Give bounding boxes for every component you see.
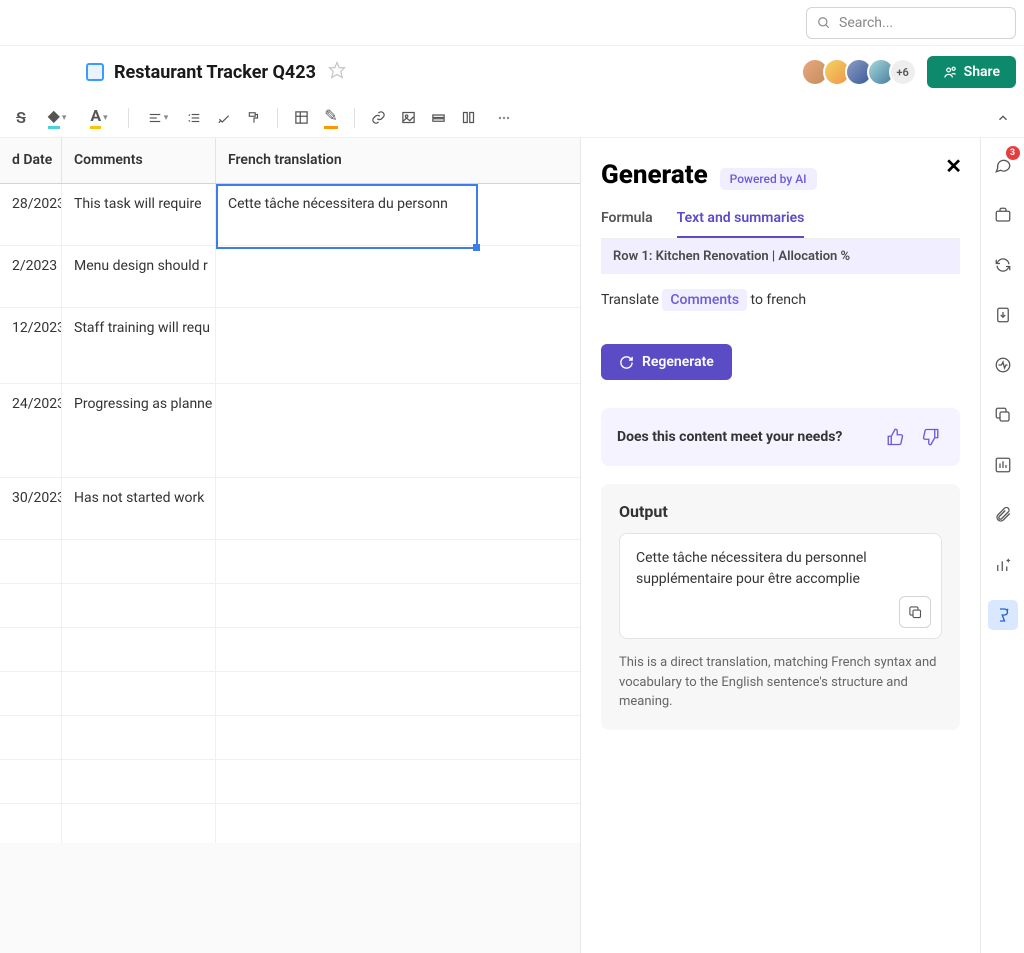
- table-row[interactable]: 24/2023 Progressing as planne: [0, 384, 580, 478]
- table-row[interactable]: [0, 672, 580, 716]
- spreadsheet-grid[interactable]: d Date Comments French translation 28/20…: [0, 138, 580, 953]
- insert-row-icon[interactable]: [425, 105, 451, 131]
- comments-icon[interactable]: 3: [988, 150, 1018, 180]
- table-row[interactable]: [0, 760, 580, 804]
- highlight-icon[interactable]: ✎: [318, 105, 344, 131]
- cell-date[interactable]: 12/2023: [0, 308, 62, 383]
- table-icon[interactable]: [288, 105, 314, 131]
- attachment-icon[interactable]: [988, 500, 1018, 530]
- activity-icon[interactable]: [988, 350, 1018, 380]
- chart-icon[interactable]: [988, 450, 1018, 480]
- clear-format-icon[interactable]: [211, 105, 237, 131]
- right-rail: 3: [980, 138, 1024, 953]
- table-row[interactable]: [0, 540, 580, 584]
- cell-french[interactable]: [216, 384, 478, 477]
- cell-comments[interactable]: Staff training will requ: [62, 308, 216, 383]
- cell-date[interactable]: 24/2023: [0, 384, 62, 477]
- cell-comments[interactable]: This task will require: [62, 184, 216, 245]
- page-title: Restaurant Tracker Q423: [114, 62, 316, 83]
- regenerate-button[interactable]: Regenerate: [601, 344, 732, 380]
- columns-icon[interactable]: [455, 105, 481, 131]
- prompt-line: Translate Comments to french: [601, 292, 960, 308]
- table-row[interactable]: [0, 628, 580, 672]
- feedback-box: Does this content meet your needs?: [601, 408, 960, 466]
- align-icon[interactable]: ▾: [139, 105, 177, 131]
- table-row[interactable]: 30/2023 Has not started work: [0, 478, 580, 540]
- notification-badge: 3: [1006, 146, 1020, 160]
- more-icon[interactable]: [491, 105, 517, 131]
- text-color-icon[interactable]: A▾: [80, 105, 118, 131]
- cell-french[interactable]: [216, 246, 478, 307]
- cell-date[interactable]: 28/2023: [0, 184, 62, 245]
- share-button[interactable]: Share: [927, 56, 1016, 88]
- fill-color-icon[interactable]: ◆▾: [38, 105, 76, 131]
- image-icon[interactable]: [395, 105, 421, 131]
- table-row[interactable]: [0, 584, 580, 628]
- favorite-star-icon[interactable]: [328, 61, 346, 83]
- cell-date[interactable]: 2/2023: [0, 246, 62, 307]
- strikethrough-icon[interactable]: S: [8, 105, 34, 131]
- briefcase-icon[interactable]: [988, 200, 1018, 230]
- format-painter-icon[interactable]: [241, 105, 267, 131]
- output-box: Output Cette tâche nécessitera du person…: [601, 484, 960, 730]
- cell-french[interactable]: [216, 478, 478, 539]
- avatar-more[interactable]: +6: [889, 58, 917, 86]
- copy-icon[interactable]: [988, 400, 1018, 430]
- formula-ai-icon[interactable]: [988, 600, 1018, 630]
- table-row[interactable]: 28/2023 This task will require Cette tâc…: [0, 184, 580, 246]
- column-header-french[interactable]: French translation: [216, 138, 478, 183]
- context-row: Row 1: Kitchen Renovation | Allocation %: [601, 239, 960, 274]
- generate-panel: ✕ Generate Powered by AI Formula Text an…: [580, 138, 980, 953]
- thumbs-up-icon[interactable]: [882, 424, 908, 450]
- ai-chart-icon[interactable]: [988, 550, 1018, 580]
- search-input[interactable]: Search...: [806, 7, 1016, 39]
- cell-comments[interactable]: Progressing as planne: [62, 384, 216, 477]
- cell-comments[interactable]: Has not started work: [62, 478, 216, 539]
- output-note: This is a direct translation, matching F…: [619, 653, 942, 712]
- tab-text-summaries[interactable]: Text and summaries: [677, 210, 805, 238]
- collaborator-avatars[interactable]: +6: [807, 58, 917, 86]
- table-row[interactable]: [0, 716, 580, 760]
- table-row[interactable]: 12/2023 Staff training will requ: [0, 308, 580, 384]
- ai-badge: Powered by AI: [720, 168, 817, 190]
- close-icon[interactable]: ✕: [945, 154, 962, 178]
- thumbs-down-icon[interactable]: [918, 424, 944, 450]
- output-text: Cette tâche nécessitera du personnel sup…: [619, 533, 942, 639]
- link-icon[interactable]: [365, 105, 391, 131]
- output-title: Output: [619, 502, 942, 521]
- cell-french[interactable]: [216, 308, 478, 383]
- grid-footer-area: [0, 843, 580, 953]
- column-header-comments[interactable]: Comments: [62, 138, 216, 183]
- column-chip[interactable]: Comments: [662, 289, 747, 311]
- download-icon[interactable]: [988, 300, 1018, 330]
- column-header-date[interactable]: d Date: [0, 138, 62, 183]
- search-placeholder: Search...: [839, 15, 893, 31]
- document-icon: [86, 63, 104, 81]
- feedback-question: Does this content meet your needs?: [617, 429, 842, 445]
- tab-formula[interactable]: Formula: [601, 210, 653, 238]
- panel-title: Generate: [601, 160, 708, 190]
- refresh-icon[interactable]: [988, 250, 1018, 280]
- table-row[interactable]: [0, 804, 580, 848]
- cell-comments[interactable]: Menu design should r: [62, 246, 216, 307]
- copy-button[interactable]: [899, 596, 931, 628]
- cell-date[interactable]: 30/2023: [0, 478, 62, 539]
- table-row[interactable]: 2/2023 Menu design should r: [0, 246, 580, 308]
- cell-french[interactable]: Cette tâche nécessitera du personn: [216, 184, 478, 245]
- line-height-icon[interactable]: [181, 105, 207, 131]
- collapse-panel-icon[interactable]: [990, 105, 1016, 131]
